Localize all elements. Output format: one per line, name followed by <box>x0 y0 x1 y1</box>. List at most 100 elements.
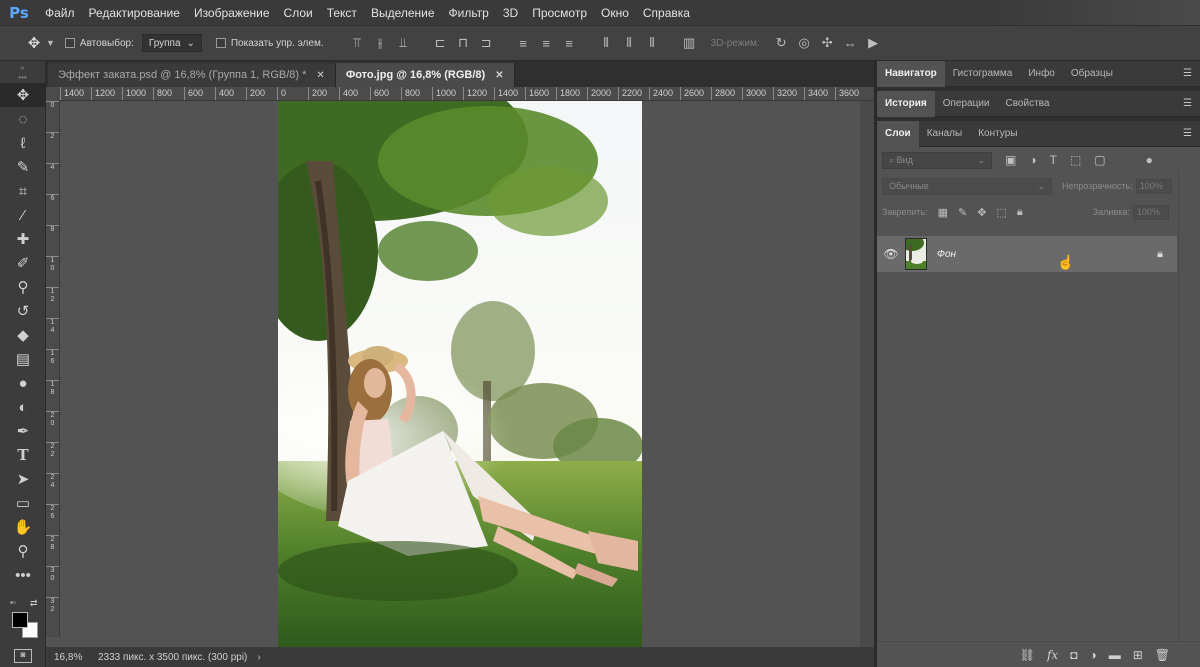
fill-field[interactable]: 100% <box>1132 204 1169 220</box>
opacity-field[interactable]: 100% <box>1135 178 1172 194</box>
ruler-corner[interactable] <box>46 87 60 101</box>
menu-image[interactable]: Изображение <box>187 6 277 20</box>
new-group-icon[interactable]: ▬ <box>1109 648 1121 662</box>
menu-filter[interactable]: Фильтр <box>442 6 496 20</box>
tab-properties[interactable]: Свойства <box>998 91 1058 117</box>
tab-history[interactable]: История <box>877 90 935 117</box>
rectangle-icon[interactable]: ▭ <box>0 491 46 515</box>
chevron-down-icon[interactable]: ▼ <box>46 38 55 48</box>
menu-layers[interactable]: Слои <box>277 6 320 20</box>
distribute-right-icon[interactable]: ⦀ <box>645 35 660 51</box>
menu-view[interactable]: Просмотр <box>525 6 594 20</box>
layer-row-background[interactable]: 👁︎ Фон 🔒︎ <box>877 236 1177 272</box>
filter-pixel-icon[interactable]: ▣ <box>1005 153 1016 167</box>
tab-channels[interactable]: Каналы <box>919 121 971 147</box>
chevron-right-icon[interactable]: › <box>257 652 260 663</box>
tab-swatches[interactable]: Образцы <box>1063 61 1121 87</box>
panel-scrollbar[interactable] <box>1178 170 1200 641</box>
menu-file[interactable]: Файл <box>38 6 82 20</box>
dodge-icon[interactable]: ◐ <box>0 395 46 419</box>
delete-layer-icon[interactable]: 🗑︎ <box>1155 648 1170 662</box>
3d-drag-icon[interactable]: ✣ <box>820 35 835 51</box>
distribute-top-icon[interactable]: ≡ <box>516 36 531 51</box>
quick-mask-icon[interactable]: ◙ <box>14 649 32 663</box>
tab-photo[interactable]: Фото.jpg @ 16,8% (RGB/8) ✕ <box>335 63 515 87</box>
align-hcenter-icon[interactable]: ⊓ <box>456 35 471 51</box>
close-icon[interactable]: ✕ <box>495 70 503 81</box>
quick-selection-icon[interactable]: ✎ <box>0 155 46 179</box>
filter-shape-icon[interactable]: ⬚ <box>1070 153 1081 167</box>
filter-adjustment-icon[interactable]: ◑ <box>1029 153 1036 167</box>
vertical-ruler[interactable]: 024681 01 21 41 61 82 02 22 42 62 83 03 … <box>46 101 60 637</box>
panel-menu-icon[interactable]: ☰ <box>1183 128 1192 139</box>
tab-layers[interactable]: Слои <box>877 120 919 147</box>
more-tools-icon[interactable]: ••• <box>0 563 46 587</box>
clone-stamp-icon[interactable]: ⚲ <box>0 275 46 299</box>
layer-style-icon[interactable]: fx <box>1047 648 1058 662</box>
default-colors-icon[interactable]: ▪▫ <box>10 598 16 607</box>
show-transform-controls-checkbox[interactable] <box>215 38 226 48</box>
move-tool-icon[interactable]: ✥ <box>0 83 46 107</box>
zoom-level[interactable]: 16,8% <box>46 652 90 663</box>
align-left-icon[interactable]: ⊏ <box>433 35 448 51</box>
3d-roll-icon[interactable]: ◎ <box>797 35 812 51</box>
menu-edit[interactable]: Редактирование <box>82 6 187 20</box>
tab-sunset-effect[interactable]: Эффект заката.psd @ 16,8% (Группа 1, RGB… <box>48 63 336 87</box>
elliptical-marquee-icon[interactable]: ◌ <box>0 107 46 131</box>
filter-toggle-icon[interactable]: ● <box>1146 153 1153 167</box>
new-layer-icon[interactable]: ⊞ <box>1133 648 1143 662</box>
lock-transparent-icon[interactable]: ▦ <box>938 206 948 219</box>
lock-image-icon[interactable]: ✎ <box>958 206 967 219</box>
distribute-left-icon[interactable]: ⦀ <box>599 35 614 51</box>
tab-navigator[interactable]: Навигатор <box>877 60 945 87</box>
tab-histogram[interactable]: Гистограмма <box>945 61 1021 87</box>
distribute-bottom-icon[interactable]: ≡ <box>562 36 577 51</box>
healing-brush-icon[interactable]: ✚ <box>0 227 46 251</box>
close-icon[interactable]: ✕ <box>316 70 324 81</box>
zoom-icon[interactable]: ⚲ <box>0 539 46 563</box>
filter-type-icon[interactable]: T <box>1050 153 1057 167</box>
menu-type[interactable]: Текст <box>320 6 364 20</box>
menu-3d[interactable]: 3D <box>496 6 525 20</box>
gradient-icon[interactable]: ▤ <box>0 347 46 371</box>
tab-paths[interactable]: Контуры <box>970 121 1025 147</box>
type-icon[interactable]: T <box>0 443 46 467</box>
lock-position-icon[interactable]: ✥ <box>977 206 986 219</box>
tab-info[interactable]: Инфо <box>1020 61 1063 87</box>
menu-window[interactable]: Окно <box>594 6 636 20</box>
swap-colors-icon[interactable]: ⇄ <box>30 598 38 609</box>
brush-icon[interactable]: ✐ <box>0 251 46 275</box>
pen-icon[interactable]: ✒ <box>0 419 46 443</box>
panel-menu-icon[interactable]: ☰ <box>1183 68 1192 79</box>
eye-icon[interactable]: 👁︎ <box>877 247 905 261</box>
hand-icon[interactable]: ✋ <box>0 515 46 539</box>
align-right-icon[interactable]: ⊐ <box>479 35 494 51</box>
tab-actions[interactable]: Операции <box>935 91 998 117</box>
adjustment-layer-icon[interactable]: ◑ <box>1089 648 1096 662</box>
link-layers-icon[interactable]: ⛓ <box>1020 648 1035 662</box>
lock-all-icon[interactable]: 🔒︎ <box>1017 206 1023 219</box>
horizontal-ruler[interactable]: 1400 1200 1000 800 600 400 200 0 200 400 600 800 100… <box>60 87 874 101</box>
blur-icon[interactable]: ● <box>0 371 46 395</box>
vertical-scrollbar[interactable] <box>860 101 874 647</box>
align-top-icon[interactable]: ⫪ <box>350 35 365 51</box>
foreground-color-swatch[interactable] <box>12 612 28 628</box>
autoselect-dropdown[interactable]: Группа ⌄ <box>141 34 202 52</box>
align-bottom-icon[interactable]: ⫫ <box>396 35 411 51</box>
toolbar-collapse-handle[interactable]: » ••• <box>0 61 45 83</box>
layer-filter-dropdown[interactable]: ⌕ Вид ⌄ <box>882 151 992 169</box>
filter-smart-object-icon[interactable]: ▢ <box>1094 153 1105 167</box>
layer-name[interactable]: Фон <box>937 249 956 260</box>
photo-canvas[interactable] <box>278 101 642 647</box>
panel-menu-icon[interactable]: ☰ <box>1183 98 1192 109</box>
distribute-vcenter-icon[interactable]: ≡ <box>539 36 554 51</box>
blend-mode-dropdown[interactable]: Обычные ⌄ <box>882 177 1052 195</box>
eyedropper-icon[interactable]: ⁄ <box>0 203 46 227</box>
align-vcenter-icon[interactable]: ⫲ <box>373 35 388 51</box>
3d-rotate-icon[interactable]: ↻ <box>774 35 789 51</box>
move-tool-preset-icon[interactable]: ✥ <box>24 33 44 53</box>
auto-align-icon[interactable]: ▥ <box>682 35 697 51</box>
autoselect-checkbox[interactable] <box>64 38 75 48</box>
distribute-hcenter-icon[interactable]: ⦀ <box>622 35 637 51</box>
3d-slide-icon[interactable]: ⇔ <box>843 36 858 51</box>
